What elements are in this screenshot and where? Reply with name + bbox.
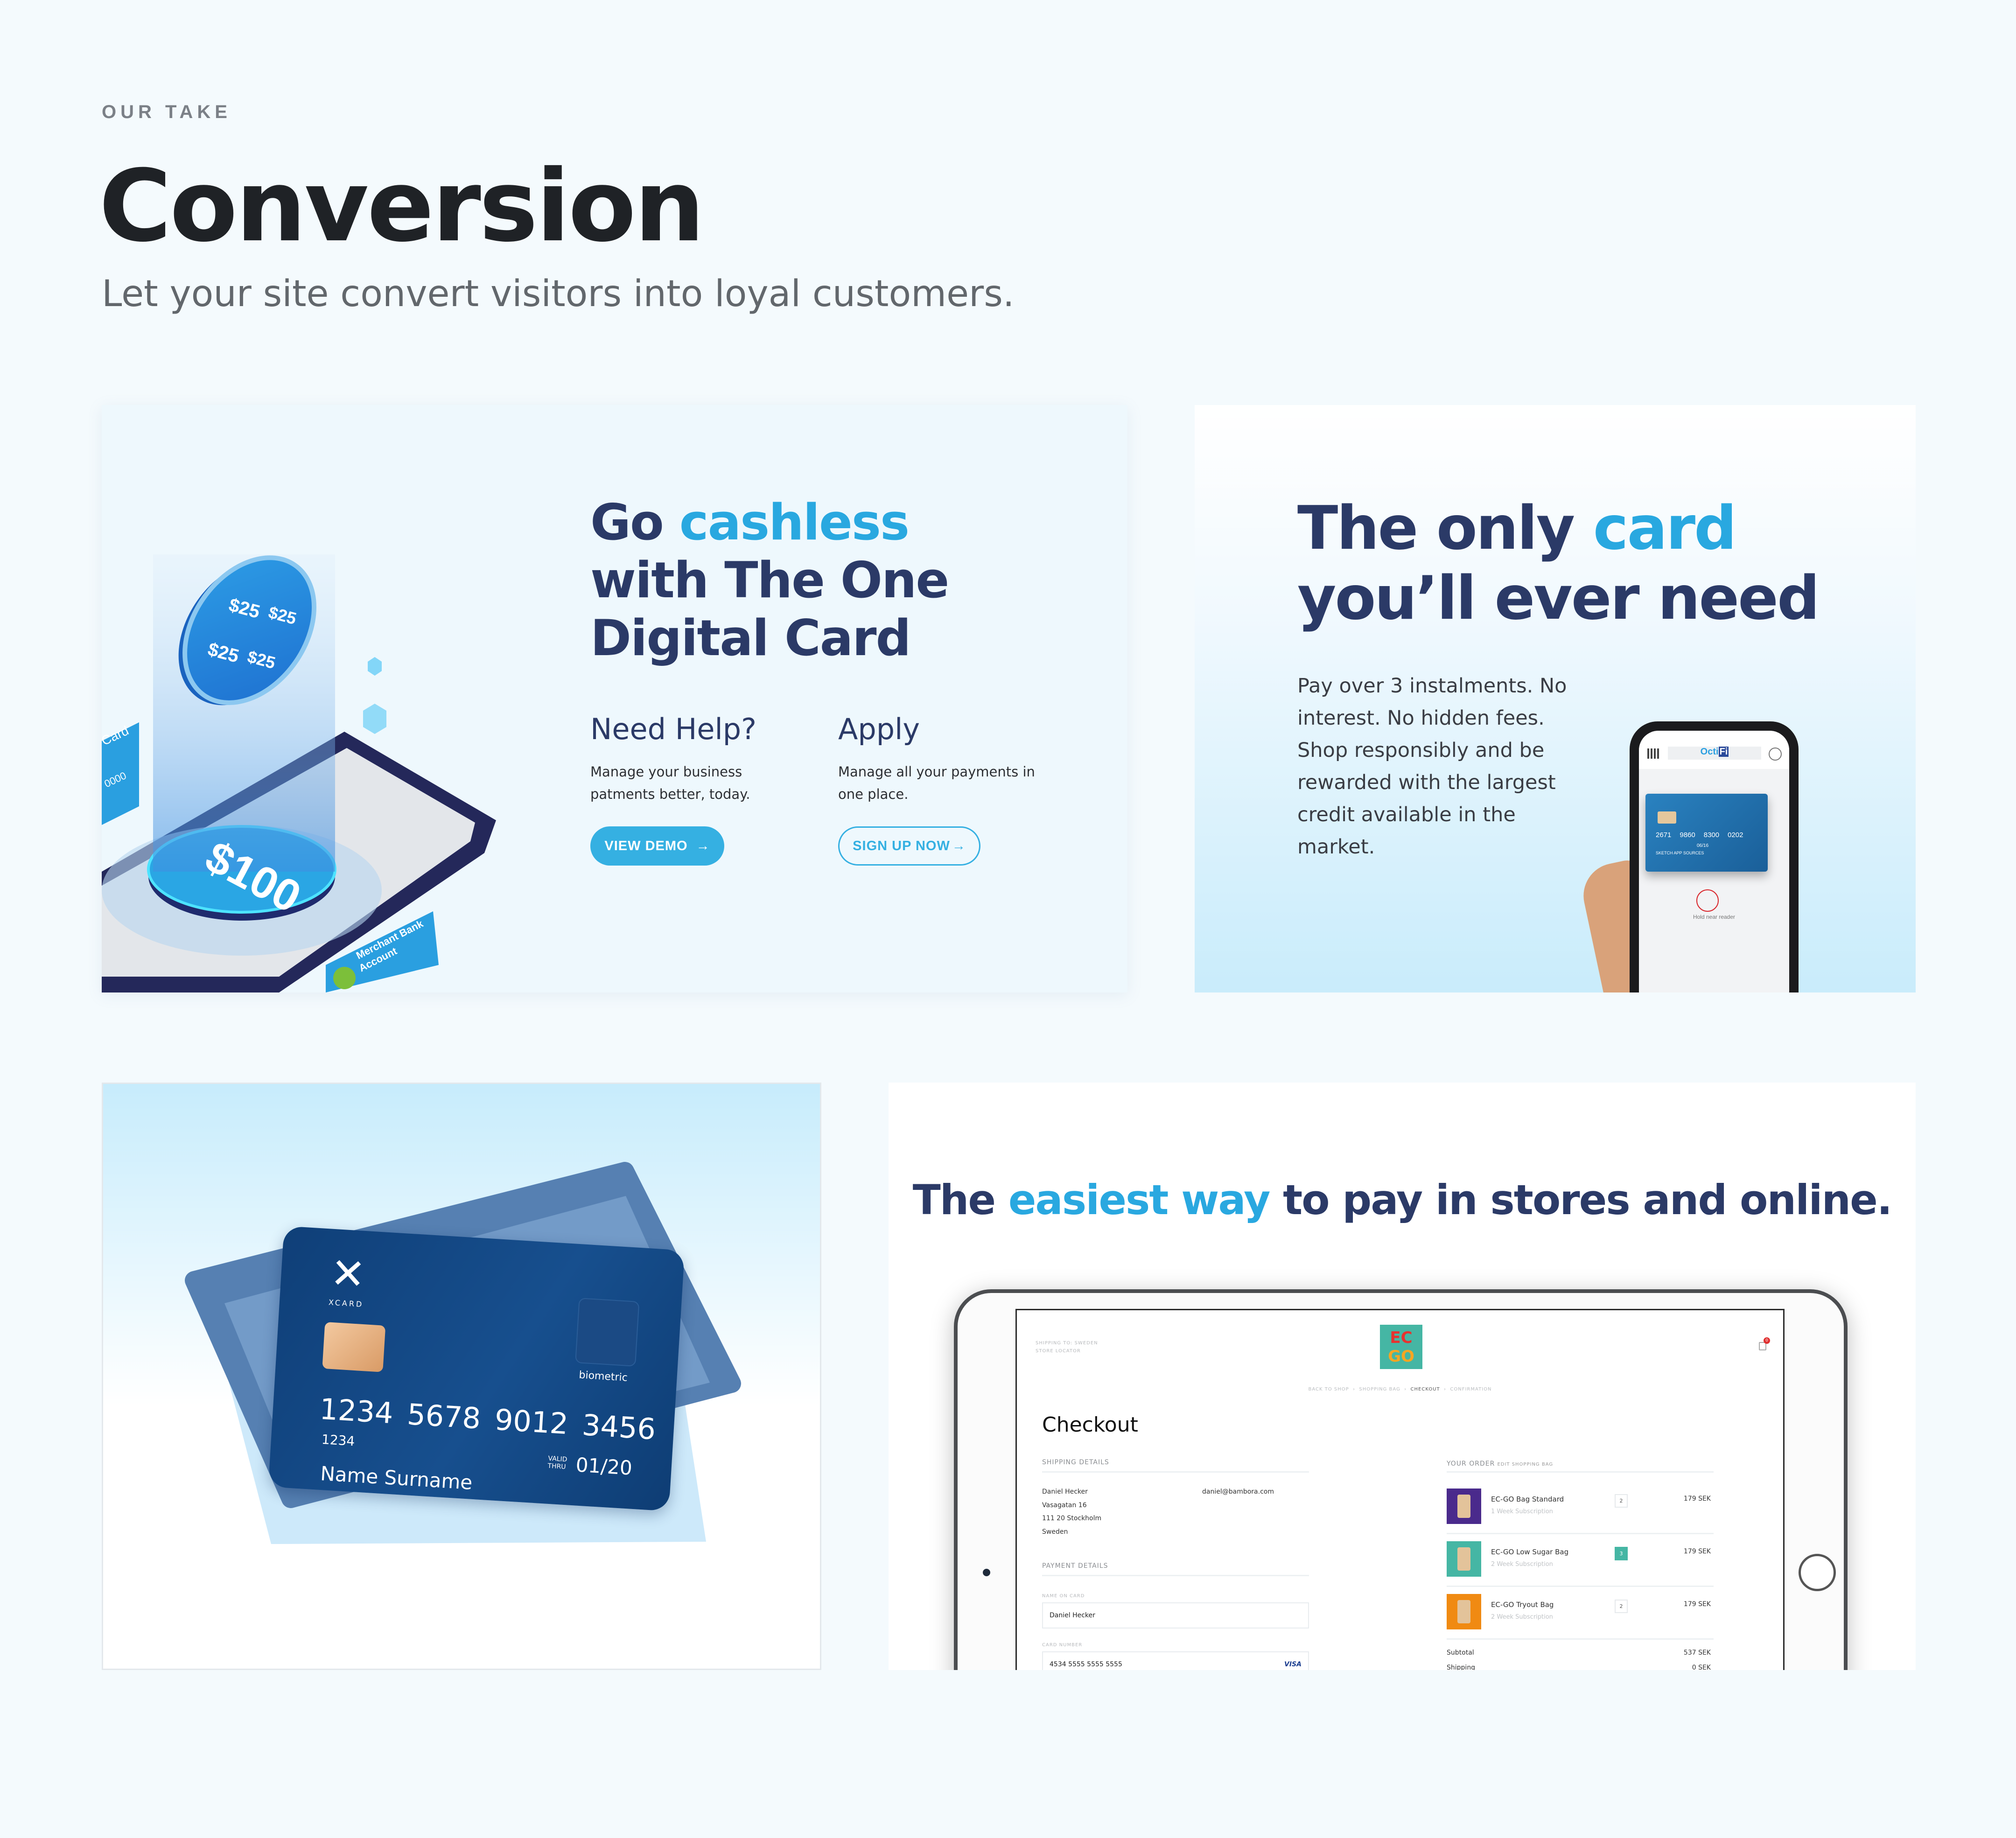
breadcrumb-confirmation: CONFIRMATION [1450,1387,1492,1392]
app-logo: Octi Fi [1668,747,1761,760]
easiest-way-panel: The easiest way to pay in stores and onl… [889,1083,1916,1670]
view-demo-button[interactable]: VIEW DEMO → [590,826,724,866]
product-image [1447,1541,1481,1577]
tablet-camera [983,1569,990,1576]
quantity-box[interactable]: 2 [1615,1494,1628,1508]
shipping-details-heading: SHIPPING DETAILS [1042,1459,1109,1466]
easiest-way-title: The easiest way to pay in stores and onl… [912,1176,1892,1224]
product-price: 179 SEK [1683,1548,1711,1555]
page-title: Conversion [99,148,705,264]
barcode-icon[interactable] [1647,748,1660,759]
only-card-paragraph: Pay over 3 instalments. No interest. No … [1297,674,1567,859]
product-subscription: 1 Week Subscription [1491,1508,1553,1515]
product-price: 179 SEK [1683,1495,1711,1503]
arrow-right-icon: → [952,838,966,853]
checkout-screen: SHIPPING TO: SWEDEN STORE LOCATOR EC GO … [1015,1309,1785,1670]
xcard-credit-card: ✕ XCARD biometric 1234 5678 9012 3456 1234 … [268,1226,685,1511]
product-subscription: 2 Week Subscription [1491,1614,1553,1621]
card-number-label: CARD NUMBER [1042,1642,1083,1648]
product-name: EC-GO Tryout Bag [1491,1600,1554,1609]
breadcrumb-checkout: CHECKOUT [1410,1387,1440,1392]
need-help-heading: Need Help? [590,712,756,746]
payment-card: 2671 9860 8300 0202 06/16 SKETCH APP SOURCE… [1645,794,1768,872]
name-on-card-label: NAME ON CARD [1042,1593,1085,1599]
product-name: EC-GO Low Sugar Bag [1491,1548,1569,1556]
apply-text: Manage all your payments in one place. [838,764,1035,802]
quantity-box[interactable]: 3 [1615,1547,1628,1560]
cashless-card-panel: $25 $25 $25 $25 $100 Card 0000 Merchant … [102,405,1127,992]
visa-icon: VISA [1284,1661,1302,1668]
edit-shopping-bag-link[interactable]: EDIT SHOPPING BAG [1497,1462,1553,1467]
section-eyebrow: OUR TAKE [102,102,231,122]
card-expiry: 01/20 [575,1453,633,1480]
page-subtitle: Let your site convert visitors into loya… [102,273,1015,315]
shipping-value: 0 SEK [1692,1664,1711,1670]
name-on-card-input[interactable]: Daniel Hecker [1042,1602,1309,1628]
checkout-title: Checkout [1042,1413,1138,1437]
payment-details-heading: PAYMENT DETAILS [1042,1562,1108,1570]
email-text: daniel@bambora.com [1202,1488,1274,1496]
sign-up-now-button[interactable]: SIGN UP NOW → [838,826,980,866]
cashless-title: Go cashless with The One Digital Card [590,494,949,667]
breadcrumb-shopping-bag[interactable]: SHOPPING BAG [1359,1387,1400,1392]
tablet-home-button[interactable] [1799,1554,1836,1591]
address-line: Sweden [1042,1528,1068,1536]
title-accent: cashless [679,494,910,551]
quantity-box[interactable]: 2 [1615,1600,1628,1613]
product-price: 179 SEK [1683,1600,1711,1608]
xcard-logo-icon: ✕ [329,1248,367,1300]
store-locator-link[interactable]: STORE LOCATOR [1036,1349,1081,1354]
need-help-text: Manage your business patments better, to… [590,764,750,802]
nfc-reader-icon [1696,889,1719,912]
ecgo-logo[interactable]: EC GO [1380,1325,1422,1369]
shipping-label: Shipping [1447,1664,1476,1670]
only-card-title: The only card you’ll ever need [1297,494,1820,633]
breadcrumb-back-to-shop[interactable]: BACK TO SHOP [1309,1387,1349,1392]
address-line: Vasagatan 16 [1042,1502,1087,1509]
product-subscription: 2 Week Subscription [1491,1561,1553,1568]
only-card-panel: The only card you’ll ever need Pay over … [1195,405,1916,992]
user-profile-icon[interactable] [1769,748,1782,761]
reader-hint: Hold near reader [1693,914,1736,920]
phone-mockup: Octi Fi 2671 9860 8300 0202 06/16 SKETCH APP… [1630,721,1799,992]
biometric-sensor [575,1298,640,1367]
cart-count-badge: 0 [1764,1337,1770,1344]
chip-icon [1658,811,1676,824]
shipping-to-link[interactable]: SHIPPING TO: SWEDEN [1036,1341,1098,1346]
apply-heading: Apply [838,712,920,746]
arrow-right-icon: → [696,838,710,853]
product-name: EC-GO Bag Standard [1491,1495,1564,1503]
product-image [1447,1489,1481,1524]
xcard-brand: XCARD [328,1298,364,1309]
product-image [1447,1594,1481,1629]
subtotal-value: 537 SEK [1683,1649,1711,1656]
card-holder-name: Name Surname [320,1462,473,1494]
address-line: Daniel Hecker [1042,1488,1088,1496]
breadcrumb: BACK TO SHOP › SHOPPING BAG › CHECKOUT ›… [1308,1387,1492,1392]
subtotal-label: Subtotal [1447,1649,1474,1656]
card-number-input[interactable]: 4534 5555 5555 5555 VISA [1042,1651,1309,1670]
your-order-heading: YOUR ORDER [1447,1460,1495,1468]
address-line: 111 20 Stockholm [1042,1515,1102,1522]
xcard-panel: ✕ XCARD biometric 1234 5678 9012 3456 1234 … [102,1083,821,1670]
chip-icon [322,1322,386,1372]
cashless-illustration: $25 $25 $25 $25 $100 Card 0000 Merchant … [102,554,496,992]
card-number: 1234 5678 9012 3456 [318,1391,657,1447]
